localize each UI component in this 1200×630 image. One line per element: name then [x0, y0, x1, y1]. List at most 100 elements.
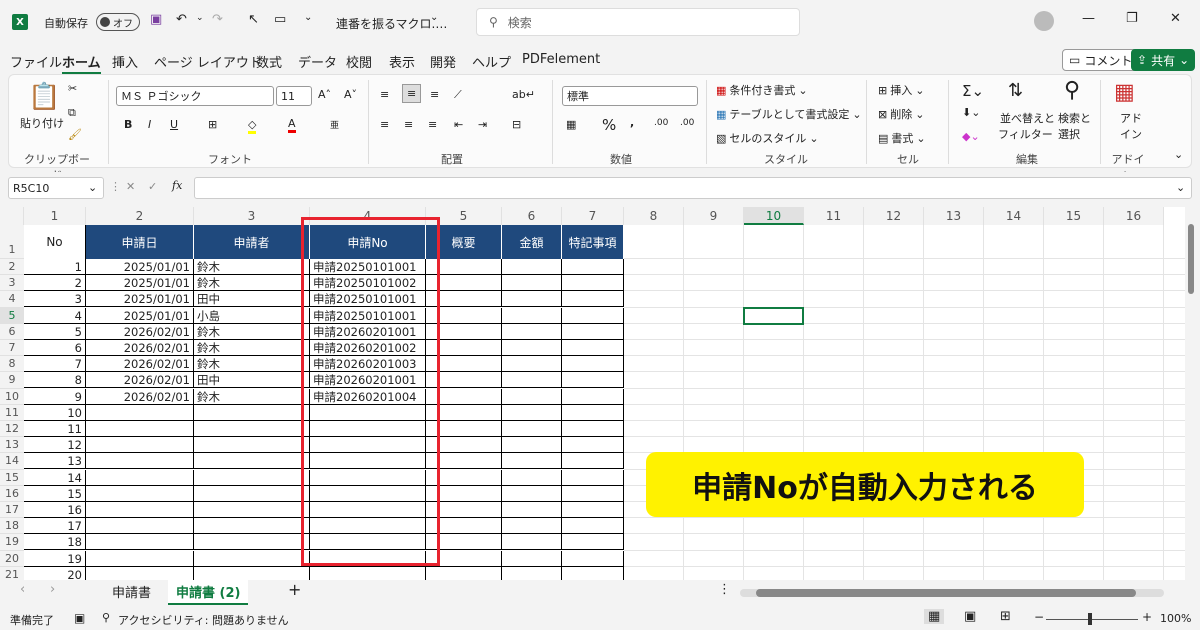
undo-icon[interactable]: ↶ [176, 12, 187, 27]
fill-icon[interactable]: ⬇⌄ [962, 106, 980, 119]
table-cell[interactable] [562, 566, 624, 580]
font-size-select[interactable]: 11 [276, 86, 312, 106]
undo-dropdown-icon[interactable]: ⌄ [196, 13, 204, 23]
table-cell[interactable] [194, 404, 310, 421]
table-cell[interactable]: 18 [24, 534, 86, 551]
horizontal-scrollbar[interactable] [740, 589, 1164, 597]
align-center-icon[interactable]: ≡ [404, 118, 413, 131]
redo-icon[interactable]: ↷ [212, 12, 223, 27]
table-cell[interactable] [502, 469, 562, 486]
table-cell[interactable]: 2025/01/01 [86, 259, 194, 275]
accessibility-status[interactable]: アクセシビリティ: 問題ありません [118, 612, 289, 628]
table-cell[interactable] [502, 502, 562, 518]
table-cell[interactable] [86, 469, 194, 486]
table-cell[interactable] [502, 485, 562, 502]
table-cell[interactable] [562, 485, 624, 502]
table-cell[interactable] [502, 275, 562, 292]
increase-decimal-icon[interactable]: .00 [654, 118, 668, 128]
table-cell[interactable]: 田中 [194, 372, 310, 389]
table-cell[interactable] [562, 372, 624, 389]
border-icon[interactable]: ⊞ [208, 118, 217, 131]
column-header[interactable]: 12 [864, 207, 924, 225]
addin-label-2[interactable]: イン [1120, 126, 1142, 142]
table-cell[interactable] [562, 388, 624, 405]
row-header[interactable]: 11 [0, 404, 24, 421]
menu-insert[interactable]: 挿入 [112, 52, 138, 71]
fill-color-icon[interactable]: ◇ [248, 118, 257, 134]
table-cell[interactable] [562, 404, 624, 421]
row-header[interactable]: 16 [0, 485, 24, 502]
search-box[interactable]: ⚲ 検索 [476, 8, 800, 36]
table-cell[interactable] [562, 550, 624, 567]
table-cell[interactable] [194, 550, 310, 567]
find-select-label[interactable]: 検索と [1058, 110, 1091, 126]
expand-formula-icon[interactable]: ⌄ [1176, 181, 1185, 194]
table-cell[interactable]: 2025/01/01 [86, 275, 194, 292]
scrollbar-thumb[interactable] [756, 589, 1136, 597]
vertical-scrollbar[interactable] [1186, 210, 1196, 578]
delete-cells-button[interactable]: ⊠ 削除 ⌄ [878, 106, 924, 122]
table-cell[interactable] [86, 566, 194, 580]
table-cell[interactable] [502, 534, 562, 551]
column-header[interactable]: 3 [194, 207, 310, 225]
column-header[interactable]: 7 [562, 207, 624, 225]
table-cell[interactable]: 5 [24, 323, 86, 340]
column-header[interactable]: 9 [684, 207, 744, 225]
table-cell[interactable]: 15 [24, 485, 86, 502]
row-header[interactable]: 12 [0, 421, 24, 438]
table-cell[interactable] [86, 421, 194, 437]
table-cell[interactable] [86, 502, 194, 518]
formula-input[interactable] [194, 177, 1192, 199]
close-icon[interactable]: ✕ [1170, 11, 1181, 26]
name-box-dropdown-icon[interactable]: ⌄ [88, 181, 97, 194]
table-cell[interactable] [194, 534, 310, 551]
menu-view[interactable]: 表示 [389, 52, 415, 71]
wrap-text-icon[interactable]: ab↵ [512, 88, 535, 101]
copy-icon[interactable]: ⧉ [68, 106, 76, 120]
paste-label[interactable]: 貼り付け [20, 115, 64, 131]
table-cell[interactable]: 2026/02/01 [86, 388, 194, 405]
table-cell[interactable] [502, 404, 562, 421]
row-header[interactable]: 8 [0, 356, 24, 373]
table-cell[interactable] [562, 502, 624, 518]
addin-label[interactable]: アド [1120, 110, 1142, 126]
format-cells-button[interactable]: ▤ 書式 ⌄ [878, 130, 926, 146]
share-button[interactable]: ⇪ 共有 ⌄ [1131, 49, 1196, 71]
restore-icon[interactable]: ❐ [1126, 11, 1138, 26]
format-as-table-button[interactable]: ▦ テーブルとして書式設定 ⌄ [716, 106, 862, 122]
row-header[interactable]: 17 [0, 502, 24, 519]
table-cell[interactable]: 6 [24, 340, 86, 356]
row-header[interactable]: 13 [0, 437, 24, 454]
menu-home[interactable]: ホーム [62, 52, 101, 75]
next-sheet-icon[interactable]: › [50, 582, 55, 597]
menu-file[interactable]: ファイル [10, 52, 62, 71]
column-header[interactable]: 1 [24, 207, 86, 225]
column-header[interactable]: 6 [502, 207, 562, 225]
menu-review[interactable]: 校閲 [346, 52, 372, 71]
zoom-in-icon[interactable]: + [1142, 610, 1152, 624]
table-cell[interactable] [562, 356, 624, 373]
cancel-entry-icon[interactable]: ✕ [126, 180, 135, 193]
customize-qat-icon[interactable]: ⌄ [304, 12, 312, 23]
bold-icon[interactable]: B [124, 118, 132, 131]
table-cell[interactable] [86, 550, 194, 567]
autosum-icon[interactable]: Σ⌄ [962, 82, 984, 100]
align-top-icon[interactable]: ≡ [380, 88, 389, 101]
row-header[interactable]: 7 [0, 340, 24, 357]
select-all-corner[interactable] [0, 207, 24, 225]
normal-view-icon[interactable]: ▦ [924, 609, 945, 624]
collapse-ribbon-icon[interactable]: ⌄ [1174, 148, 1183, 161]
worksheet-grid[interactable]: 1 2 3 4 5 6 7 8 9 10 11 12 13 14 15 16 1 2 3 4 5 6 7 8 9 10 11 12 13… [0, 207, 1185, 580]
macro-record-icon[interactable]: ▣ [74, 611, 85, 625]
column-header[interactable]: 16 [1104, 207, 1164, 225]
table-cell[interactable] [562, 307, 624, 324]
table-cell[interactable]: 13 [24, 453, 86, 470]
row-header[interactable]: 9 [0, 372, 24, 389]
table-cell[interactable] [194, 518, 310, 535]
table-cell[interactable] [562, 291, 624, 308]
table-cell[interactable] [194, 469, 310, 486]
table-cell[interactable] [562, 453, 624, 470]
addin-icon[interactable]: ▦ [1114, 80, 1135, 105]
sort-filter-icon[interactable]: ⇅ [1008, 80, 1023, 101]
table-cell[interactable]: 2026/02/01 [86, 372, 194, 389]
